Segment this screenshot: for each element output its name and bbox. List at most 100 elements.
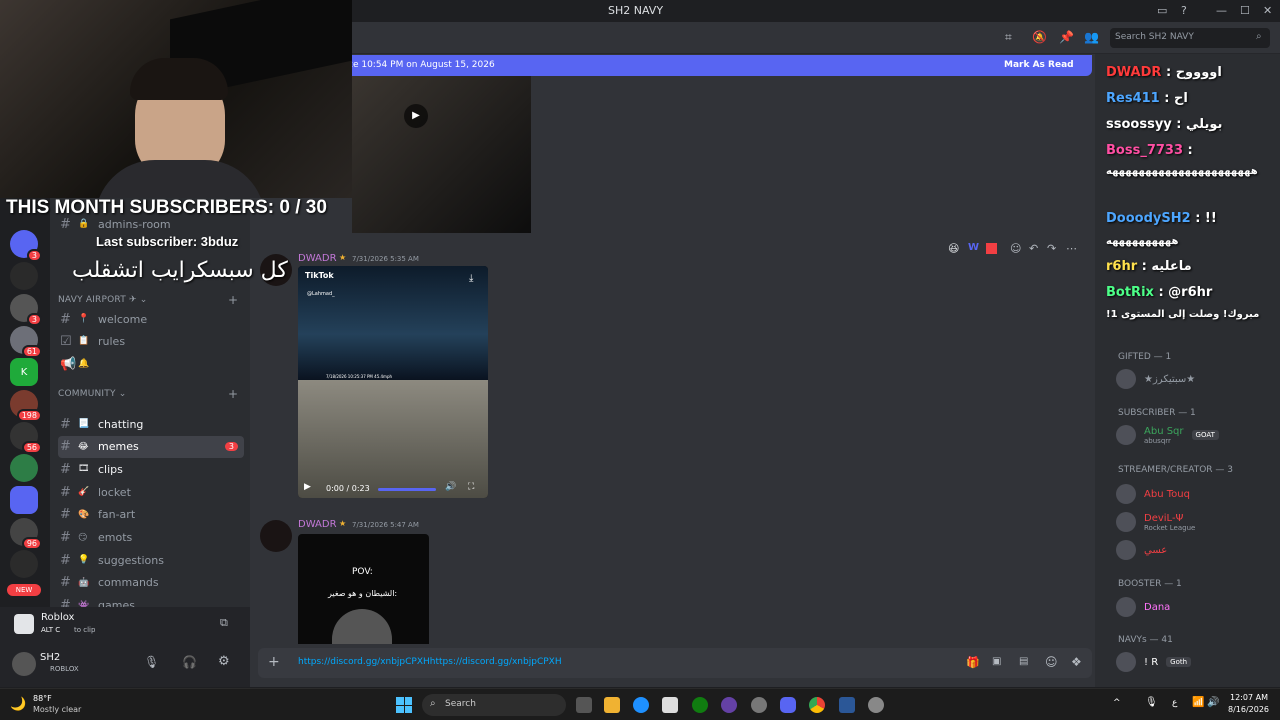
- headphones-icon[interactable]: 🎧: [182, 655, 197, 669]
- add-reaction-icon[interactable]: ☺: [1010, 242, 1021, 255]
- l-reaction-icon[interactable]: [986, 243, 997, 254]
- store-icon[interactable]: [662, 697, 678, 713]
- mute-icon[interactable]: 🔕: [1032, 30, 1047, 44]
- play-icon[interactable]: ▶: [404, 104, 428, 128]
- add-channel-icon[interactable]: +: [228, 293, 238, 307]
- edge-icon[interactable]: [633, 697, 649, 713]
- start-icon[interactable]: [396, 697, 412, 713]
- server-icon[interactable]: 61: [10, 326, 42, 358]
- member-item[interactable]: عسي: [1116, 540, 1167, 560]
- app-icon[interactable]: [721, 697, 737, 713]
- video-attachment[interactable]: POV: الشيطان و هو صغير:: [298, 534, 429, 644]
- channel-welcome[interactable]: # 📍 welcome: [58, 308, 244, 330]
- channel-6[interactable]: # 💡 suggestions: [58, 549, 244, 571]
- weather-text[interactable]: Mostly clear: [33, 705, 81, 714]
- channel-3[interactable]: # 🎸 locket: [58, 481, 244, 503]
- channel-announcements[interactable]: 📢 🔔: [58, 353, 244, 375]
- server-icon[interactable]: 96: [10, 518, 42, 550]
- category-navy-airport[interactable]: NAVY AIRPORT ✈ ⌄ +: [58, 293, 238, 307]
- sticker-icon[interactable]: ▤: [1019, 656, 1028, 667]
- tray-wifi-icon[interactable]: 📶: [1192, 697, 1204, 708]
- tray-chevron-icon[interactable]: ^: [1113, 698, 1121, 708]
- mark-as-read-button[interactable]: Mark As Read: [1004, 60, 1074, 70]
- server-icon[interactable]: K: [10, 358, 38, 386]
- discord-icon[interactable]: [780, 697, 796, 713]
- weather-temp[interactable]: 88°F: [33, 694, 52, 703]
- help-icon[interactable]: ?: [1181, 4, 1187, 17]
- server-icon[interactable]: 3: [10, 230, 42, 262]
- volume-icon[interactable]: 🔊: [445, 482, 456, 492]
- member-item[interactable]: ! R Goth: [1116, 652, 1192, 672]
- gif-icon[interactable]: ▣: [992, 656, 1001, 667]
- channel-rules[interactable]: ☑ 📋 rules: [58, 330, 244, 352]
- emoji-icon[interactable]: ☺: [1045, 655, 1058, 669]
- taskbar-search[interactable]: ⌕ Search: [422, 694, 566, 716]
- add-channel-icon[interactable]: +: [228, 387, 238, 401]
- member-list-icon[interactable]: 👥: [1084, 30, 1099, 44]
- message-composer[interactable]: + https://discord.gg/xnbjpCPXHhttps://di…: [258, 648, 1092, 678]
- more-options-icon[interactable]: ⋯: [1066, 242, 1077, 255]
- channel-2[interactable]: # 🎞 clips: [58, 458, 244, 480]
- username[interactable]: SH2: [40, 652, 60, 663]
- member-item[interactable]: ★سبتيكرز★: [1116, 369, 1195, 389]
- clip-icon[interactable]: ⧉: [220, 616, 228, 630]
- channel-0[interactable]: # 📃 chatting: [58, 413, 244, 435]
- tray-mic-icon[interactable]: 🎙: [1145, 697, 1158, 708]
- search-input[interactable]: Search SH2 NAVY ⌕: [1110, 28, 1270, 48]
- category-community[interactable]: COMMUNITY ⌄ +: [58, 387, 238, 401]
- avatar[interactable]: [260, 520, 292, 552]
- video-attachment[interactable]: ▶: [352, 76, 531, 233]
- inbox-icon[interactable]: ▭: [1157, 4, 1167, 17]
- server-icon[interactable]: [10, 486, 38, 514]
- task-view-icon[interactable]: [576, 697, 592, 713]
- app-icon[interactable]: [839, 697, 855, 713]
- app-icon[interactable]: [751, 697, 767, 713]
- member-item[interactable]: Abu Touq: [1116, 484, 1190, 504]
- settings-gear-icon[interactable]: ⚙: [218, 654, 230, 669]
- server-icon[interactable]: 198: [10, 390, 42, 422]
- w-reaction-icon[interactable]: W: [968, 242, 979, 253]
- tray-language-icon[interactable]: ع: [1172, 698, 1177, 708]
- clock-date[interactable]: 8/16/2026: [1228, 705, 1269, 714]
- channel-4[interactable]: # 🎨 fan-art: [58, 504, 244, 526]
- file-explorer-icon[interactable]: [604, 697, 620, 713]
- forward-icon[interactable]: ↷: [1047, 242, 1056, 255]
- member-item[interactable]: DeviL-Ψ Rocket League: [1116, 512, 1195, 532]
- apps-icon[interactable]: ❖: [1071, 655, 1082, 669]
- server-icon[interactable]: [10, 550, 38, 578]
- server-icon[interactable]: 3: [10, 294, 42, 326]
- server-icon[interactable]: [10, 454, 38, 482]
- channel-7[interactable]: # 🤖 commands: [58, 572, 244, 594]
- clock-time[interactable]: 12:07 AM: [1230, 693, 1268, 702]
- message-author[interactable]: DWADR: [298, 253, 337, 264]
- server-icon[interactable]: 56: [10, 422, 42, 454]
- fullscreen-icon[interactable]: ⛶: [468, 482, 474, 492]
- tray-volume-icon[interactable]: 🔊: [1207, 697, 1219, 708]
- add-attachment-icon[interactable]: +: [268, 654, 280, 670]
- server-icon[interactable]: [10, 262, 38, 290]
- reply-icon[interactable]: ↶: [1029, 242, 1038, 255]
- video-attachment[interactable]: TikTok @Lahmad_ 7/18/2026 10:25:37 PM 45…: [298, 266, 488, 498]
- pin-icon[interactable]: 📌: [1059, 30, 1074, 44]
- maximize-button[interactable]: ☐: [1240, 4, 1250, 17]
- channel-1[interactable]: # 😂 memes 3: [58, 435, 244, 458]
- minimize-button[interactable]: —: [1216, 4, 1227, 17]
- video-progress[interactable]: [378, 488, 436, 491]
- composer-input[interactable]: https://discord.gg/xnbjpCPXHhttps://disc…: [298, 657, 562, 667]
- laugh-reaction-icon[interactable]: 😆: [948, 242, 959, 255]
- member-item[interactable]: Abu Sqr abusqrr GOAT: [1116, 425, 1219, 445]
- xbox-icon[interactable]: [692, 697, 708, 713]
- channel-5[interactable]: # 😏 emots: [58, 527, 244, 549]
- settings-icon[interactable]: [868, 697, 884, 713]
- mic-icon[interactable]: 🎙: [144, 655, 159, 669]
- chrome-icon[interactable]: [809, 697, 825, 713]
- message-author[interactable]: DWADR: [298, 519, 337, 530]
- avatar[interactable]: [12, 652, 36, 676]
- close-button[interactable]: ✕: [1263, 4, 1272, 17]
- member-item[interactable]: Dana: [1116, 597, 1170, 617]
- download-icon[interactable]: ⤓: [469, 273, 473, 284]
- threads-icon[interactable]: ⌗: [1005, 30, 1012, 45]
- unread-banner[interactable]: ce 10:54 PM on August 15, 2026 Mark As R…: [340, 55, 1092, 76]
- play-icon[interactable]: ▶: [304, 482, 311, 492]
- gift-icon[interactable]: 🎁: [966, 656, 980, 669]
